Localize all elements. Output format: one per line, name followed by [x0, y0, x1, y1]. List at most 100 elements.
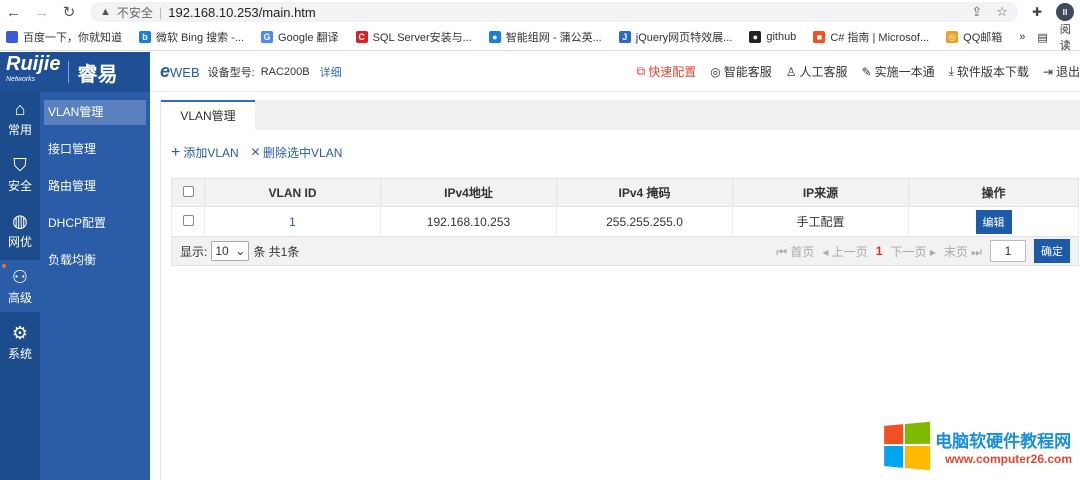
- cell-mask: 255.255.255.0: [556, 206, 733, 237]
- nav-icon: ⛉: [13, 154, 27, 175]
- page-input[interactable]: 1: [990, 240, 1026, 262]
- bookmark-icon: b: [139, 31, 151, 43]
- bookmark[interactable]: G Google 翻译: [261, 29, 339, 45]
- nav-icon: ⚇: [11, 266, 29, 287]
- content-area: VLAN管理 + 添加VLAN × 删除选中VLAN VLAN ID IPv4地址 …: [160, 100, 1080, 480]
- cell-vlan-id: 1: [204, 206, 381, 237]
- bookmark[interactable]: JjQuery网页特效展...: [618, 29, 732, 45]
- url-text[interactable]: 192.168.10.253/main.htm: [168, 5, 315, 20]
- edit-button[interactable]: 编辑: [975, 209, 1012, 234]
- sub-nav: VLAN管理 接口管理路由管理 DHCP配置 负载均衡: [40, 92, 150, 480]
- bookmark-label: 微软 Bing 搜索 -...: [156, 32, 245, 44]
- header-ip-source: IP来源: [732, 178, 909, 207]
- reload-icon[interactable]: ↻: [62, 3, 76, 21]
- header-ipv4: IPv4地址: [380, 178, 557, 207]
- header-link-icon: ♙: [785, 64, 797, 79]
- header-link-icon: ⧉: [636, 64, 646, 78]
- bookmark[interactable]: ■ C# 指南 | Microsof...: [813, 29, 929, 45]
- show-label: 显示:: [180, 244, 208, 259]
- bookmark-label: 百度一下，你就知道: [23, 32, 122, 44]
- bookmark[interactable]: ◎ QQ邮箱: [946, 29, 1002, 45]
- bookmark[interactable]: C SQL Server安装与...: [355, 29, 472, 45]
- app-header: eWEB 设备型号: RAC200B 详细 ⧉ 快速配置 ◎ 智能客服 ♙ 人工客服 ✎ 实施…: [150, 52, 1080, 92]
- nav-icon: ⌂: [14, 98, 26, 119]
- model-label: 设备型号:: [207, 66, 255, 79]
- header-link[interactable]: ⇥ 退出: [1043, 63, 1080, 80]
- header-link-icon: ⇥: [1042, 64, 1053, 79]
- bookmark-icon: ◎: [946, 31, 959, 43]
- reading-list[interactable]: 阅读: [1060, 21, 1074, 53]
- profile-avatar[interactable]: Ⅲ: [1056, 3, 1074, 21]
- insecure-label: 不安全: [116, 5, 153, 20]
- warning-icon: ▲: [100, 6, 111, 18]
- last-page[interactable]: 末页 ⏭: [944, 243, 982, 260]
- select-all-checkbox[interactable]: [182, 185, 194, 197]
- subnav-item[interactable]: VLAN管理: [44, 100, 146, 125]
- plus-icon: +: [171, 143, 181, 161]
- ruijie-logo: Ruijie Networks 睿易: [0, 52, 150, 92]
- bookmark-label: 智能组网 - 蒲公英...: [505, 32, 602, 44]
- logo-cn: 睿易: [77, 63, 118, 86]
- close-icon: ×: [250, 143, 261, 161]
- reading-list-icon[interactable]: ▤: [1037, 31, 1047, 44]
- bookmark-icon: ■: [813, 31, 826, 43]
- nav-item[interactable]: ◍ 网优: [0, 204, 40, 256]
- extensions-icon[interactable]: ✚: [1032, 5, 1042, 19]
- first-page[interactable]: ⏮ 首页: [776, 243, 814, 260]
- more-bookmarks[interactable]: »: [1019, 31, 1025, 43]
- tab-vlan-management[interactable]: VLAN管理: [161, 100, 255, 130]
- header-link[interactable]: ✎ 实施一本通: [862, 63, 935, 80]
- add-vlan-button[interactable]: + 添加VLAN: [171, 144, 239, 161]
- subnav-item[interactable]: 路由管理: [44, 174, 146, 199]
- nav-icon: ⚙: [11, 322, 29, 343]
- header-vlan-id: VLAN ID: [204, 178, 381, 207]
- header-mask: IPv4 掩码: [556, 178, 733, 207]
- next-page[interactable]: 下一页 ▸: [890, 243, 935, 260]
- header-link-icon: ✎: [861, 64, 872, 79]
- bookmark-label: Google 翻译: [278, 32, 339, 44]
- watermark-url: www.computer26.com: [945, 451, 1072, 466]
- confirm-button[interactable]: 确定: [1034, 239, 1070, 263]
- subnav-item[interactable]: 接口管理: [44, 137, 146, 162]
- nav-item[interactable]: ⛉ 安全: [0, 148, 40, 200]
- nav-icon: ◍: [12, 210, 28, 231]
- vlan-table: VLAN ID IPv4地址 IPv4 掩码 IP来源 操作 1 192.168…: [171, 178, 1079, 237]
- share-icon[interactable]: ⇪: [971, 4, 982, 20]
- subnav-item[interactable]: 负载均衡: [44, 248, 146, 273]
- forward-icon[interactable]: →: [34, 4, 49, 21]
- bookmark[interactable]: ● 智能组网 - 蒲公英...: [488, 29, 602, 45]
- chevron-down-icon: ⌄: [235, 244, 246, 258]
- bookmark-icon: J: [618, 31, 631, 43]
- watermark: 电脑软硬件教程网 www.computer26.com: [881, 421, 1072, 471]
- windows-logo: [884, 421, 931, 471]
- header-link[interactable]: ◎ 智能客服: [710, 63, 772, 80]
- table-footer: 显示: 10 ⌄ 条 共1条 ⏮ 首页 ◂ 上一页 1 下一页 ▸ 末页 ⏭ 1 …: [171, 236, 1079, 266]
- bookmarks-bar: 百度一下，你就知道 b 微软 Bing 搜索 -... G Google 翻译 C SQL …: [0, 21, 1080, 53]
- header-link[interactable]: ⤓ 软件版本下载: [949, 63, 1029, 80]
- bookmark[interactable]: b 微软 Bing 搜索 -...: [139, 29, 244, 45]
- table-row: 1 192.168.10.253 255.255.255.0 手工配置 编辑: [171, 206, 1079, 237]
- row-checkbox[interactable]: [182, 214, 194, 226]
- header-link[interactable]: ♙ 人工客服: [786, 63, 848, 80]
- nav-item[interactable]: ⚇ 高级: [0, 260, 40, 312]
- header-actions: 操作: [908, 178, 1079, 207]
- divider: |: [158, 4, 163, 20]
- nav-item[interactable]: ⌂ 常用: [0, 92, 40, 144]
- bookmark[interactable]: ● github: [749, 31, 796, 43]
- bookmark-label: QQ邮箱: [963, 32, 1003, 44]
- delete-vlan-button[interactable]: × 删除选中VLAN: [251, 144, 343, 161]
- back-icon[interactable]: ←: [6, 4, 21, 21]
- address-bar[interactable]: ▲ 不安全 | 192.168.10.253/main.htm ⇪ ☆: [90, 2, 1018, 22]
- prev-page[interactable]: ◂ 上一页: [822, 243, 867, 260]
- star-icon[interactable]: ☆: [996, 4, 1008, 20]
- page-size-select[interactable]: 10 ⌄: [211, 241, 250, 261]
- main-nav: ⌂ 常用 ⛉ 安全 ◍ 网优 ⚇ 高级 ⚙ 系统: [0, 92, 40, 480]
- watermark-title: 电脑软硬件教程网: [935, 431, 1072, 451]
- subnav-item[interactable]: DHCP配置: [44, 211, 146, 236]
- bookmark-label: C# 指南 | Microsof...: [830, 32, 930, 44]
- nav-item[interactable]: ⚙ 系统: [0, 316, 40, 368]
- bookmark[interactable]: 百度一下，你就知道: [6, 29, 122, 45]
- detail-link[interactable]: 详细: [320, 64, 342, 80]
- header-link[interactable]: ⧉ 快速配置: [637, 63, 697, 80]
- model-value: RAC200B: [260, 65, 310, 78]
